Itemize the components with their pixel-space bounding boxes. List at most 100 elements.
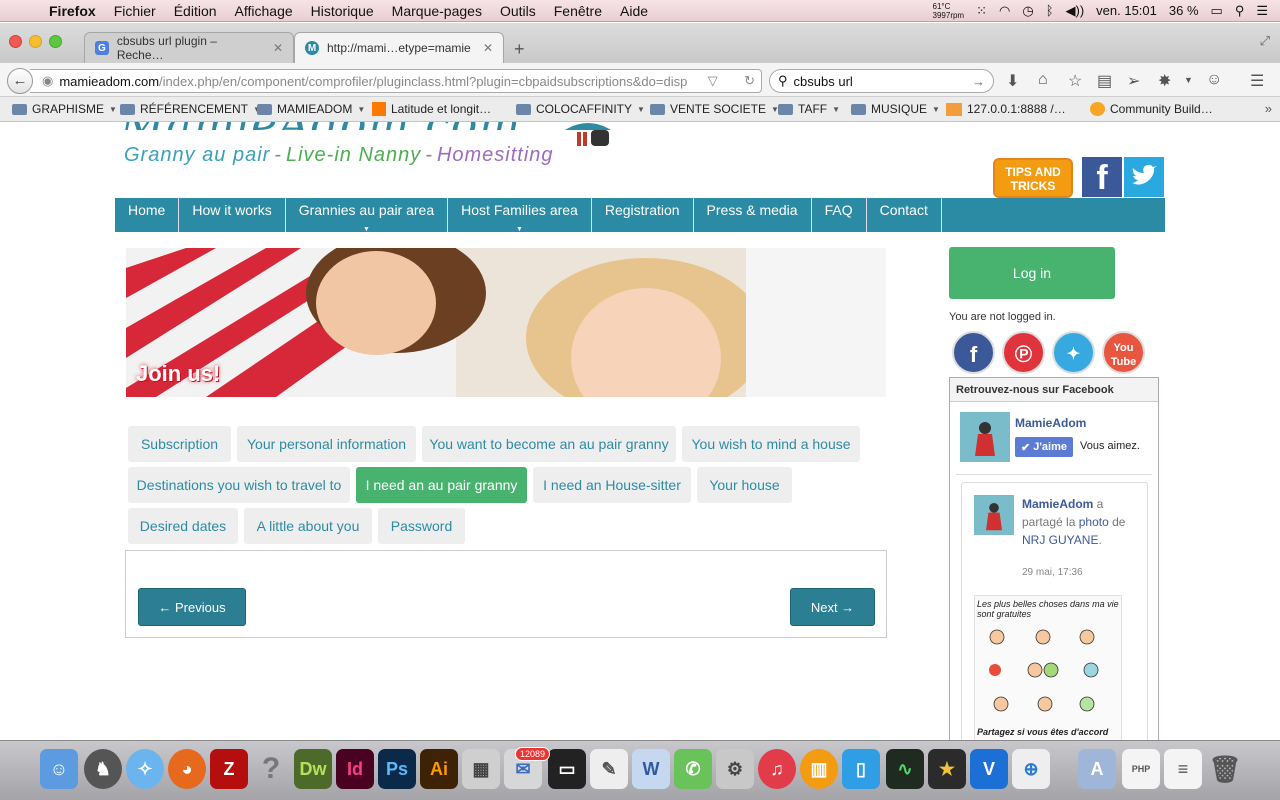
textedit-icon[interactable]: ✎ bbox=[590, 749, 628, 789]
bookmarks-list-icon[interactable]: ▤ bbox=[1097, 71, 1112, 91]
menu-app-firefox[interactable]: Firefox bbox=[40, 3, 105, 19]
post-image[interactable]: Les plus belles choses dans ma vie sont … bbox=[974, 595, 1122, 740]
zoom-window-button[interactable] bbox=[49, 35, 62, 48]
nav-grannies-area[interactable]: Grannies au pair area ▼ bbox=[286, 198, 449, 233]
search-go-icon[interactable]: → bbox=[972, 74, 985, 89]
document-icon[interactable]: ≡ bbox=[1164, 749, 1202, 789]
vuze-icon[interactable]: V bbox=[970, 749, 1008, 789]
url-bar[interactable]: ◉ mamieadom.com/index.php/en/component/c… bbox=[30, 69, 762, 93]
step-need-au-pair-granny[interactable]: I need an au pair granny bbox=[356, 467, 527, 503]
send-icon[interactable]: ➢ bbox=[1127, 71, 1140, 91]
facebook-header-icon[interactable]: f bbox=[1082, 157, 1122, 197]
menu-fenetre[interactable]: Fenêtre bbox=[545, 3, 611, 19]
post-author-avatar[interactable] bbox=[974, 495, 1014, 535]
grid-icon[interactable]: ⁙ bbox=[976, 3, 987, 19]
step-desired-dates[interactable]: Desired dates bbox=[128, 508, 238, 544]
bookmark-star-icon[interactable]: ☆ bbox=[1068, 71, 1082, 91]
search-input[interactable]: cbsubs url bbox=[794, 74, 853, 89]
tab-google-search[interactable]: G cbsubs url plugin – Reche… ✕ bbox=[84, 32, 294, 63]
itunes-icon[interactable]: ♫ bbox=[758, 749, 796, 789]
app-store-icon[interactable]: ⊕ bbox=[1012, 749, 1050, 789]
terminal-icon[interactable]: ▭ bbox=[548, 749, 586, 789]
twitter-header-icon[interactable] bbox=[1124, 157, 1164, 197]
facebook-page-avatar[interactable] bbox=[960, 412, 1010, 462]
menu-hamburger-icon[interactable]: ☰ bbox=[1250, 71, 1264, 91]
filezilla-icon[interactable]: Z bbox=[210, 749, 248, 789]
nav-contact[interactable]: Contact bbox=[867, 198, 942, 232]
firefox-icon[interactable]: ◕ bbox=[168, 749, 206, 789]
nav-home[interactable]: Home bbox=[115, 198, 180, 232]
step-password[interactable]: Password bbox=[378, 508, 465, 544]
menu-fichier[interactable]: Fichier bbox=[105, 3, 165, 19]
back-button[interactable]: ← bbox=[7, 68, 33, 94]
extension-dropdown-icon[interactable]: ▼ bbox=[1184, 75, 1193, 85]
preview-icon[interactable]: ▦ bbox=[462, 749, 500, 789]
home-icon[interactable]: ⌂ bbox=[1038, 71, 1048, 89]
step-subscription[interactable]: Subscription bbox=[128, 426, 231, 462]
next-button[interactable]: Next → bbox=[790, 588, 875, 626]
indesign-icon[interactable]: Id bbox=[336, 749, 374, 789]
spotlight-icon[interactable]: ⚲ bbox=[1235, 3, 1245, 19]
battery-icon[interactable]: ▭ bbox=[1211, 3, 1223, 19]
safari-icon[interactable]: ✧ bbox=[126, 749, 164, 789]
youtube-icon[interactable]: You Tube bbox=[1102, 331, 1145, 374]
bookmark-folder-taff[interactable]: TAFF ▼ bbox=[778, 102, 840, 116]
menu-historique[interactable]: Historique bbox=[302, 3, 383, 19]
post-source-link[interactable]: NRJ GUYANE bbox=[1022, 533, 1098, 547]
step-your-house[interactable]: Your house bbox=[697, 467, 792, 503]
simulator-icon[interactable]: ▯ bbox=[842, 749, 880, 789]
search-bar[interactable]: ⚲ cbsubs url → bbox=[769, 69, 994, 93]
post-author-link[interactable]: MamieAdom bbox=[1022, 497, 1093, 511]
illustrator-icon[interactable]: Ai bbox=[420, 749, 458, 789]
dreamweaver-icon[interactable]: Dw bbox=[294, 749, 332, 789]
activity-monitor-icon[interactable]: ∿ bbox=[886, 749, 924, 789]
nav-host-families-area[interactable]: Host Families area ▼ bbox=[448, 198, 592, 233]
twitter-icon[interactable]: ✦ bbox=[1052, 331, 1095, 374]
finder-icon[interactable]: ☺ bbox=[40, 749, 78, 789]
step-become-au-pair-granny[interactable]: You want to become an au pair granny bbox=[422, 426, 676, 462]
bookmark-latitude[interactable]: Latitude et longit… bbox=[372, 102, 491, 116]
nav-how-it-works[interactable]: How it works bbox=[179, 198, 286, 232]
bookmarks-overflow-icon[interactable]: » bbox=[1265, 101, 1272, 116]
temperature-readout[interactable]: 61°C 3997rpm bbox=[933, 2, 965, 20]
bluetooth-icon[interactable]: ᛒ bbox=[1046, 3, 1054, 18]
applications-folder-icon[interactable]: A bbox=[1078, 749, 1116, 789]
pinterest-icon[interactable]: ℗ bbox=[1002, 331, 1045, 374]
menu-edition[interactable]: Édition bbox=[165, 3, 226, 19]
php-document-icon[interactable]: PHP bbox=[1122, 749, 1160, 789]
bookmark-folder-colocaffinity[interactable]: COLOCAFFINITY ▼ bbox=[516, 102, 645, 116]
facebook-like-button[interactable]: ✔ J'aime bbox=[1015, 437, 1073, 457]
bookmark-folder-vente-societe[interactable]: VENTE SOCIETE ▼ bbox=[650, 102, 779, 116]
step-about-you[interactable]: A little about you bbox=[244, 508, 372, 544]
bookmark-folder-mamieadom[interactable]: MAMIEADOM ▼ bbox=[257, 102, 365, 116]
ibooks-icon[interactable]: ▥ bbox=[800, 749, 838, 789]
step-need-house-sitter[interactable]: I need an House-sitter bbox=[533, 467, 691, 503]
close-tab-icon[interactable]: ✕ bbox=[483, 41, 493, 55]
nav-press-media[interactable]: Press & media bbox=[694, 198, 812, 232]
menu-aide[interactable]: Aide bbox=[611, 3, 657, 19]
fullscreen-icon[interactable]: ⤢ bbox=[1260, 33, 1270, 49]
menu-affichage[interactable]: Affichage bbox=[226, 3, 302, 19]
unknown-app-icon[interactable]: ? bbox=[252, 749, 290, 789]
wifi-icon[interactable]: ◠ bbox=[999, 3, 1010, 19]
volume-icon[interactable]: ◀)) bbox=[1066, 3, 1085, 19]
nav-faq[interactable]: FAQ bbox=[812, 198, 867, 232]
new-tab-icon[interactable]: + bbox=[514, 39, 525, 60]
close-window-button[interactable] bbox=[9, 35, 22, 48]
facetime-icon[interactable]: ✆ bbox=[674, 749, 712, 789]
post-photo-link[interactable]: photo bbox=[1079, 515, 1109, 529]
photoshop-icon[interactable]: Ps bbox=[378, 749, 416, 789]
tips-and-tricks-button[interactable]: TIPS AND TRICKS bbox=[993, 158, 1073, 198]
menu-outils[interactable]: Outils bbox=[491, 3, 545, 19]
post-timestamp[interactable]: 29 mai, 17:36 bbox=[1022, 567, 1083, 578]
nav-registration[interactable]: Registration bbox=[592, 198, 694, 232]
minimize-window-button[interactable] bbox=[29, 35, 42, 48]
site-logo[interactable]: MamieAdom.com bbox=[120, 122, 521, 130]
sequel-pro-icon[interactable]: ♞ bbox=[84, 749, 122, 789]
tab-mamieadom[interactable]: M http://mami…etype=mamie ✕ bbox=[294, 32, 504, 63]
imovie-icon[interactable]: ★ bbox=[928, 749, 966, 789]
bookmark-folder-graphisme[interactable]: GRAPHISME ▼ bbox=[12, 102, 117, 116]
automator-icon[interactable]: ⚙ bbox=[716, 749, 754, 789]
bookmark-folder-musique[interactable]: MUSIQUE ▼ bbox=[851, 102, 940, 116]
step-personal-information[interactable]: Your personal information bbox=[237, 426, 416, 462]
